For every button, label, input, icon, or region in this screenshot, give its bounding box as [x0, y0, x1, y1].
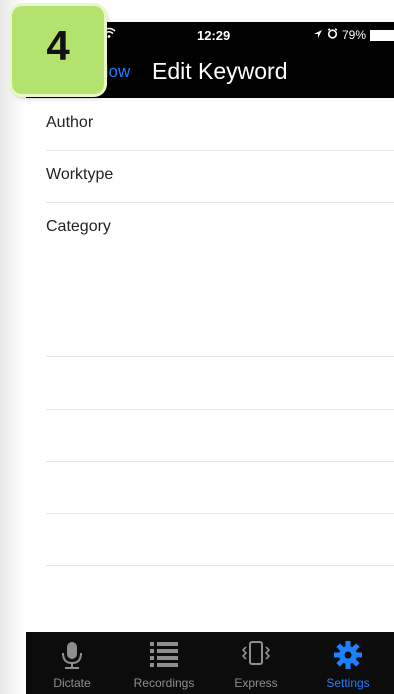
phone-screen: 12:29 79% flow Edit Keyword Author Workt…	[26, 22, 394, 694]
field-label: Author	[46, 114, 94, 131]
field-row-author[interactable]: Author	[46, 98, 394, 151]
list-icon	[148, 640, 180, 673]
empty-row	[46, 357, 394, 410]
field-row-category[interactable]: Category	[46, 202, 394, 357]
gear-icon	[333, 640, 363, 675]
wifi-icon	[102, 27, 116, 42]
screenshot-page: 12:29 79% flow Edit Keyword Author Workt…	[0, 0, 394, 694]
tab-label: Dictate	[53, 676, 91, 690]
phone-vibrate-icon	[239, 640, 273, 673]
field-row-worktype[interactable]: Worktype	[46, 150, 394, 203]
tab-label: Settings	[326, 676, 370, 690]
page-shadow	[0, 0, 26, 694]
empty-row	[46, 461, 394, 514]
tab-label: Recordings	[133, 676, 195, 690]
step-badge: 4	[12, 6, 104, 94]
field-label: Category	[46, 218, 111, 235]
tab-settings[interactable]: Settings	[302, 632, 394, 694]
page-title: Edit Keyword	[152, 58, 288, 84]
back-button[interactable]: flow	[100, 62, 130, 82]
tab-dictate[interactable]: Dictate	[26, 632, 118, 694]
status-indicators: 79%	[313, 28, 394, 42]
battery-icon	[370, 29, 394, 41]
battery-percent: 79%	[341, 28, 366, 42]
tab-bar: Dictate Recordings Express Settings	[26, 632, 394, 694]
field-label: Worktype	[46, 166, 114, 183]
tab-label: Express	[234, 676, 278, 690]
step-number: 4	[46, 22, 70, 69]
alarm-icon	[327, 28, 338, 42]
tab-recordings[interactable]: Recordings	[118, 632, 210, 694]
location-arrow-icon	[313, 28, 323, 42]
status-time: 12:29	[197, 28, 231, 43]
empty-row	[46, 513, 394, 566]
empty-row	[46, 409, 394, 462]
tab-express[interactable]: Express	[210, 632, 302, 694]
microphone-icon	[59, 640, 85, 675]
